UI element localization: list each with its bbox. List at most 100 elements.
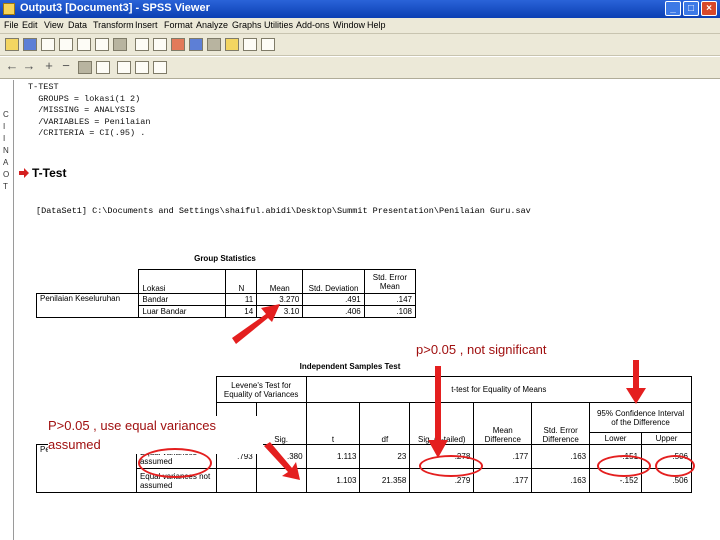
menu-help[interactable]: Help	[367, 20, 386, 30]
ci-upper-ring	[655, 455, 695, 477]
header-cell: Lokasi	[138, 269, 227, 294]
cell-sd: .406	[302, 305, 365, 318]
not-significant-annotation: p>0.05 , not significant	[416, 342, 547, 357]
print-icon[interactable]	[41, 38, 55, 51]
cell-lokasi: Luar Bandar	[138, 305, 227, 318]
dataset-path: [DataSet1] C:\Documents and Settings\sha…	[36, 206, 531, 216]
insert-title-icon[interactable]	[135, 61, 149, 74]
header-cell: Std. Deviation	[302, 269, 365, 294]
red-arrow-icon	[626, 360, 646, 404]
menu-format[interactable]: Format	[164, 20, 193, 30]
title-bar: Output3 [Document3] - SPSS Viewer _ □ ×	[0, 0, 720, 18]
export-icon[interactable]	[77, 38, 91, 51]
close-button[interactable]: ×	[701, 1, 717, 16]
header-cell: Lower	[589, 432, 643, 445]
variables-icon[interactable]	[171, 38, 185, 51]
outline-letter: I	[3, 134, 6, 143]
promote-icon[interactable]: ←	[5, 59, 19, 74]
outline-pane[interactable]: C I I N A O T	[0, 80, 14, 540]
value-labels-icon[interactable]	[243, 38, 257, 51]
outline-letter: O	[3, 170, 10, 179]
menu-bar: File Edit View Data Transform Insert For…	[0, 18, 720, 34]
outline-letter: C	[3, 110, 9, 119]
menu-window[interactable]: Window	[333, 20, 365, 30]
header-cell: Sig.	[255, 402, 307, 445]
header-cell: Std. Error Mean	[363, 269, 417, 294]
header-cell	[36, 269, 140, 294]
expand-icon[interactable]: +	[42, 59, 56, 74]
minimize-button[interactable]: _	[665, 1, 681, 16]
designate-window-icon[interactable]	[207, 38, 221, 51]
cell-f	[215, 468, 257, 493]
goto-data-icon[interactable]	[135, 38, 149, 51]
menu-edit[interactable]: Edit	[22, 20, 38, 30]
independent-samples-caption: Independent Samples Test	[299, 362, 401, 371]
find-icon[interactable]	[189, 38, 203, 51]
header-cell: Std. Error Difference	[531, 402, 591, 445]
header-cell: N	[225, 269, 258, 294]
cell-df: 21.358	[359, 468, 411, 493]
hide-icon[interactable]	[96, 61, 110, 74]
demote-icon[interactable]: →	[22, 59, 36, 74]
equal-variances-ring	[138, 448, 212, 478]
outline-toolbar: ← → + −	[0, 57, 720, 79]
cell-t: 1.113	[305, 444, 361, 469]
red-arrow-icon	[232, 304, 280, 344]
print-preview-icon[interactable]	[59, 38, 73, 51]
row-label: Penilaian Keseluruhan	[35, 293, 140, 318]
save-icon[interactable]	[23, 38, 37, 51]
cell-std-error-difference: .163	[531, 468, 591, 493]
outline-letter: N	[3, 146, 9, 155]
use-sets-icon[interactable]	[261, 38, 275, 51]
group-statistics-table[interactable]: Lokasi N Mean Std. Deviation Std. Error …	[35, 269, 417, 318]
selected-item-arrow-icon	[19, 168, 29, 178]
ci-lower-ring	[597, 455, 651, 477]
header-cell: t	[305, 402, 361, 445]
table-row: Penilaian Keseluruhan Bandar 11 3.270 .4…	[35, 293, 417, 318]
undo-icon[interactable]	[113, 38, 127, 51]
insert-text-icon[interactable]	[153, 61, 167, 74]
menu-graphs[interactable]: Graphs	[232, 20, 262, 30]
group-statistics-caption: Group Statistics	[194, 254, 256, 263]
cell-se: .147	[363, 293, 417, 306]
menu-transform[interactable]: Transform	[93, 20, 134, 30]
header-cell: Mean Difference	[473, 402, 533, 445]
section-heading[interactable]: T-Test	[32, 166, 66, 180]
menu-add-ons[interactable]: Add-ons	[296, 20, 330, 30]
cell-lokasi: Bandar	[138, 293, 227, 306]
header-cell: Upper	[641, 432, 692, 445]
table-header-row: Levene's Test for Equality of Variances …	[36, 376, 693, 445]
insert-heading-icon[interactable]	[117, 61, 131, 74]
menu-view[interactable]: View	[44, 20, 63, 30]
menu-utilities[interactable]: Utilities	[264, 20, 293, 30]
recall-dialog-icon[interactable]	[95, 38, 109, 51]
cell-sd: .491	[302, 293, 365, 306]
collapse-icon[interactable]: −	[59, 59, 73, 74]
cell-se: .108	[363, 305, 417, 318]
show-icon[interactable]	[78, 61, 92, 74]
select-last-output-icon[interactable]	[225, 38, 239, 51]
menu-insert[interactable]: Insert	[135, 20, 158, 30]
main-toolbar	[0, 34, 720, 56]
header-cell: Mean	[256, 269, 304, 294]
goto-case-icon[interactable]	[153, 38, 167, 51]
menu-analyze[interactable]: Analyze	[196, 20, 228, 30]
cell-df: 23	[359, 444, 411, 469]
levene-header: Levene's Test for Equality of Variances	[215, 376, 307, 403]
cell-std-error-difference: .163	[531, 444, 591, 469]
outline-letter: A	[3, 158, 9, 167]
window-title: Output3 [Document3] - SPSS Viewer	[20, 2, 210, 14]
syntax-log: T-TEST GROUPS = lokasi(1 2) /MISSING = A…	[28, 82, 151, 138]
open-icon[interactable]	[5, 38, 19, 51]
menu-data[interactable]: Data	[68, 20, 87, 30]
red-arrow-icon	[264, 442, 300, 480]
outline-letter: T	[3, 182, 8, 191]
menu-file[interactable]: File	[4, 20, 19, 30]
cell-t: 1.103	[305, 468, 361, 493]
ci-header: 95% Confidence Interval of the Differenc…	[589, 402, 692, 433]
equal-variances-annotation: P>0.05 , use equal variances assumed	[48, 416, 263, 454]
table-header-row: Lokasi N Mean Std. Deviation Std. Error …	[36, 269, 417, 294]
header-cell: df	[359, 402, 411, 445]
maximize-button[interactable]: □	[683, 1, 699, 16]
spss-app-icon	[3, 3, 15, 15]
